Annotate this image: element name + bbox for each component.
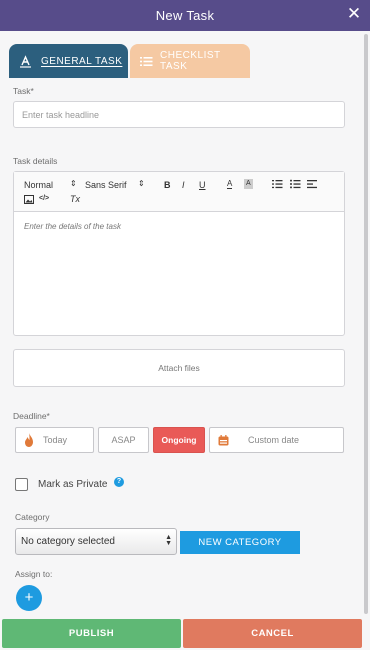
deadline-custom-label: Custom date (248, 435, 300, 445)
format-select[interactable]: Normal (24, 180, 53, 190)
editor-toolbar: Normal ⇕ Sans Serif ⇕ B I U A A </> Tx (14, 172, 344, 212)
ordered-list-icon[interactable] (272, 179, 283, 191)
modal-header: New Task ✕ (0, 0, 370, 31)
bullet-list-icon[interactable] (290, 179, 301, 191)
code-icon[interactable]: </> (39, 195, 49, 202)
list-icon (140, 55, 153, 68)
text-color-button[interactable]: A (227, 179, 233, 189)
underline-button[interactable]: U (199, 180, 206, 190)
deadline-custom-date-button[interactable]: Custom date (209, 427, 344, 453)
help-icon[interactable]: ? (114, 477, 124, 487)
clear-format-icon[interactable]: Tx (70, 194, 80, 204)
tab-general-label: GENERAL TASK (41, 55, 123, 67)
private-label: Mark as Private (38, 479, 108, 490)
assign-label: Assign to: (15, 569, 53, 579)
category-select[interactable]: No category selected ▲ ▼ (15, 528, 177, 555)
format-select-arrows-icon: ⇕ (70, 179, 77, 188)
cancel-button[interactable]: CANCEL (183, 619, 362, 648)
category-label: Category (15, 512, 50, 522)
category-select-value: No category selected (21, 536, 115, 547)
flame-icon (24, 433, 34, 447)
new-category-button[interactable]: NEW CATEGORY (180, 531, 300, 554)
font-select-arrows-icon: ⇕ (138, 179, 145, 188)
italic-button[interactable]: I (182, 180, 185, 190)
calendar-icon (218, 434, 229, 446)
private-checkbox[interactable] (15, 478, 28, 491)
rich-text-editor: Normal ⇕ Sans Serif ⇕ B I U A A </> Tx E… (13, 171, 345, 336)
tab-checklist-task[interactable]: CHECKLIST TASK (130, 44, 250, 78)
format-select-value: Normal (24, 180, 54, 190)
scrollbar[interactable] (364, 34, 368, 614)
tab-checklist-label: CHECKLIST TASK (160, 50, 221, 72)
publish-button[interactable]: PUBLISH (2, 619, 181, 648)
attach-files-button[interactable]: Attach files (13, 349, 345, 387)
font-select-value: Sans Serif (85, 180, 127, 190)
image-icon[interactable] (24, 195, 34, 206)
modal-title: New Task (155, 8, 215, 23)
deadline-label: Deadline* (13, 411, 50, 421)
task-headline-input[interactable]: Enter task headline (13, 101, 345, 128)
select-arrows-icon: ▲ ▼ (165, 534, 172, 547)
background-color-button[interactable]: A (244, 179, 253, 189)
align-icon[interactable] (307, 179, 318, 191)
close-icon[interactable]: ✕ (344, 4, 364, 24)
bold-button[interactable]: B (164, 180, 171, 190)
task-details-label: Task details (13, 156, 58, 166)
task-label: Task* (13, 86, 34, 96)
deadline-today-button[interactable]: Today (15, 427, 94, 453)
deadline-ongoing-button[interactable]: Ongoing (153, 427, 205, 453)
font-select[interactable]: Sans Serif (85, 180, 127, 190)
deadline-today-label: Today (43, 435, 68, 445)
details-placeholder[interactable]: Enter the details of the task (24, 222, 121, 231)
add-assignee-button[interactable]: + (16, 585, 42, 611)
text-a-icon (19, 54, 32, 68)
tab-general-task[interactable]: GENERAL TASK (9, 44, 128, 78)
deadline-asap-button[interactable]: ASAP (98, 427, 149, 453)
